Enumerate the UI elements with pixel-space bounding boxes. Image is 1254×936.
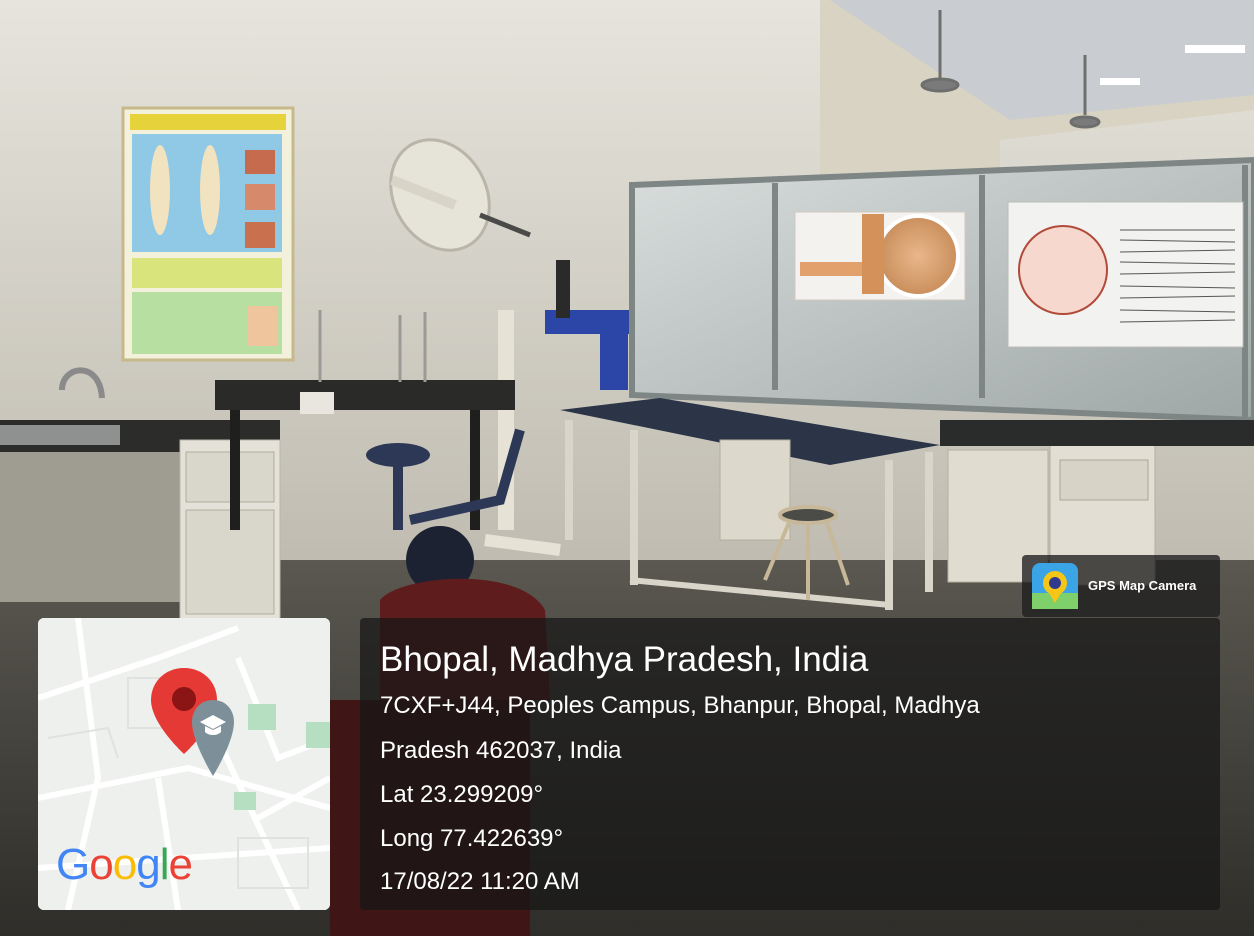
google-logo-letter: G [56, 840, 90, 889]
location-title: Bhopal, Madhya Pradesh, India [380, 640, 869, 679]
google-logo-letter: o [112, 840, 138, 889]
gps-map-camera-label: GPS Map Camera [1088, 578, 1197, 593]
google-logo-letter: l [159, 840, 170, 889]
ceiling-light [1185, 45, 1245, 53]
eeg-poster [1007, 201, 1244, 348]
skeleton-poster [121, 106, 295, 362]
gps-map-camera-badge[interactable]: GPS Map Camera [1022, 555, 1220, 617]
map-thumbnail[interactable]: Google [38, 618, 330, 910]
location-info-panel: Bhopal, Madhya Pradesh, India 7CXF+J44, … [360, 618, 1220, 910]
ceiling-light-2 [1100, 78, 1140, 85]
address-line-1: 7CXF+J44, Peoples Campus, Bhanpur, Bhopa… [380, 692, 980, 719]
google-logo-letter: g [136, 840, 161, 889]
school-pin-icon [192, 700, 234, 776]
timestamp: 17/08/22 11:20 AM [380, 868, 580, 895]
google-logo-letter: o [89, 840, 114, 889]
google-logo-letter: e [168, 840, 193, 889]
gps-map-camera-icon [1032, 563, 1078, 609]
google-logo: Google [56, 840, 193, 890]
longitude: Long 77.422639° [380, 825, 564, 852]
brachial-plexus-poster [794, 211, 966, 301]
address-line-2: Pradesh 462037, India [380, 737, 622, 764]
latitude: Lat 23.299209° [380, 781, 544, 808]
